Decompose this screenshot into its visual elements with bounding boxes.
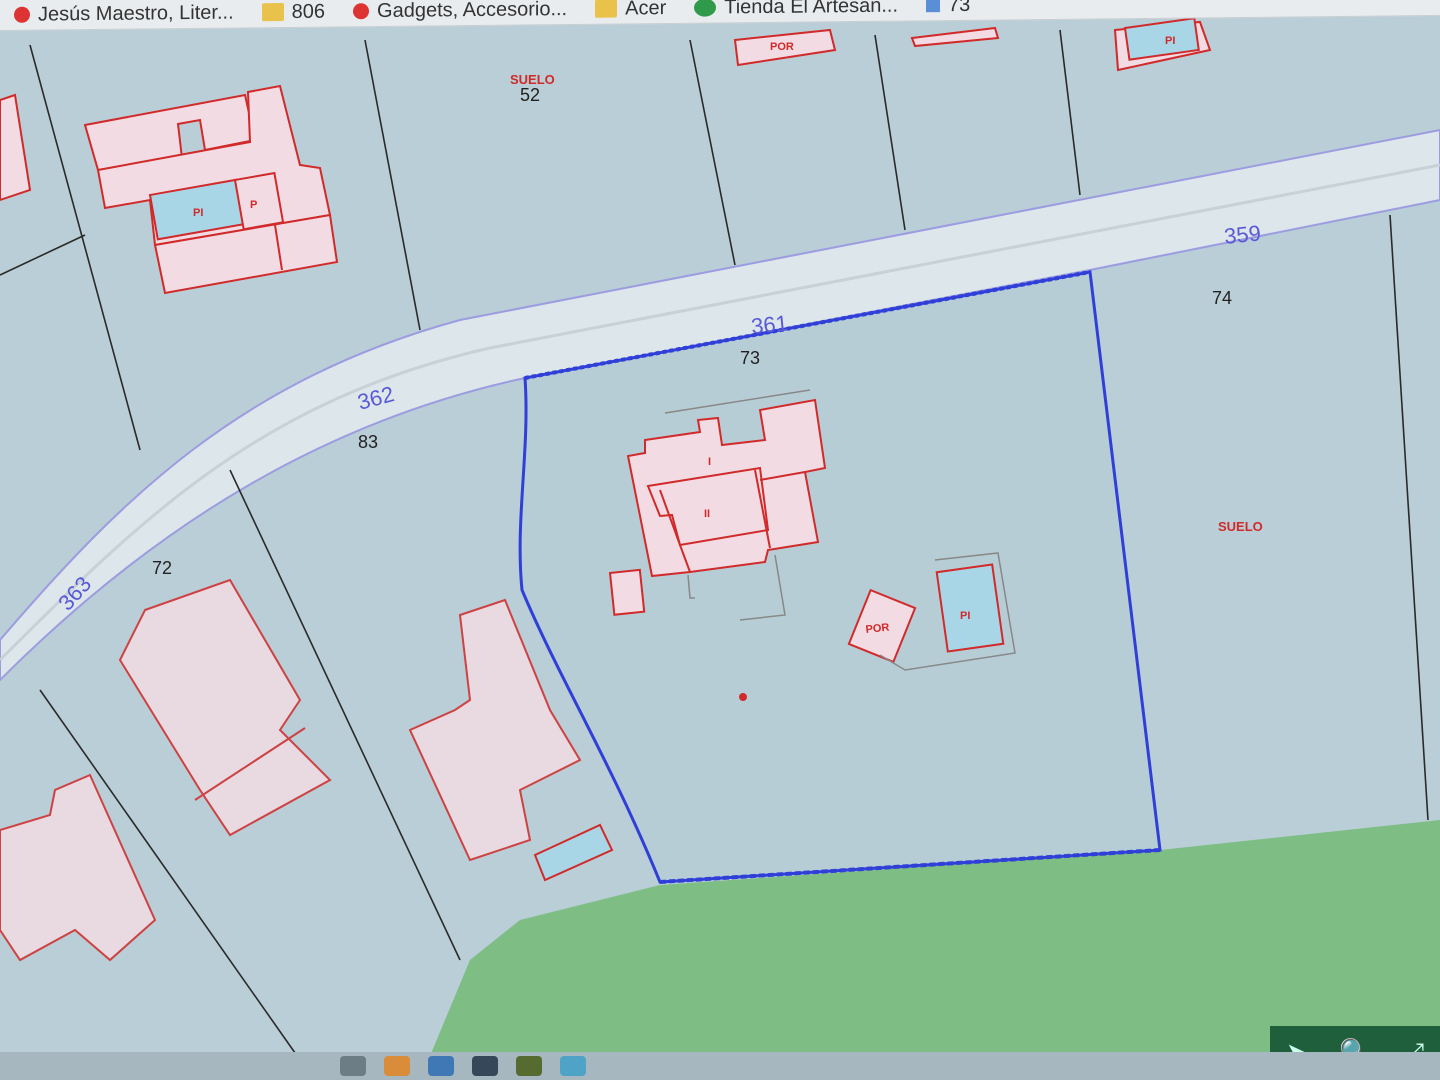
taskbar-app-icon[interactable] [560,1056,586,1076]
bookmark-label: 806 [291,0,326,23]
pool-parcel-73[interactable] [935,563,1005,653]
taskbar-app-icon[interactable] [516,1056,542,1076]
folder-icon [595,0,618,18]
parcel-number-83: 83 [358,432,378,452]
label-pi-top: PI [1165,35,1175,47]
bookmark-label: Tienda El Artesan... [724,0,899,18]
parcel-number-73: 73 [740,348,760,368]
marker-dot [739,693,747,701]
taskbar [0,1052,1440,1080]
label-por-main: POR [865,622,890,636]
blue-icon [926,0,941,13]
label-pi-left: PI [193,207,203,219]
parcel-number-52: 52 [520,85,540,105]
label-pi-main: PI [960,610,970,622]
bookmark-label: Acer [625,0,667,19]
label-ii: II [704,508,710,520]
bookmark-2[interactable]: 806 [248,0,339,27]
label-por-top: POR [770,41,794,53]
label-suelo-top: SUELO [510,72,555,87]
bookmark-3[interactable]: Gadgets, Accesorio... [339,0,581,26]
bookmark-1[interactable]: Jesús Maestro, Liter... [0,0,248,30]
bookmark-5[interactable]: Tienda El Artesan... [680,0,912,23]
road-number-361: 361 [750,310,789,339]
shed-small[interactable] [608,568,646,616]
road-number-359: 359 [1223,220,1262,249]
label-i: I [708,456,711,468]
taskbar-app-icon[interactable] [428,1056,454,1076]
taskbar-app-icon[interactable] [384,1056,410,1076]
folder-icon [261,3,284,22]
bookmark-label: Jesús Maestro, Liter... [38,1,234,26]
taskbar-app-icon[interactable] [472,1056,498,1076]
bookmark-6[interactable]: 73 [912,0,984,20]
bookmark-label: 73 [948,0,971,16]
bookmark-label: Gadgets, Accesorio... [377,0,568,22]
parcel-number-74: 74 [1212,288,1232,308]
label-p: P [250,199,257,211]
cadastral-map[interactable]: 52 73 74 83 72 359 361 362 363 SUELO SUE… [0,0,1440,1080]
pin-icon [353,3,370,20]
green-icon [694,0,717,17]
parcel-number-72: 72 [152,558,172,578]
taskbar-app-icon[interactable] [340,1056,366,1076]
pin-icon [14,6,30,23]
bookmark-4[interactable]: Acer [581,0,680,24]
label-suelo-right: SUELO [1218,519,1263,534]
